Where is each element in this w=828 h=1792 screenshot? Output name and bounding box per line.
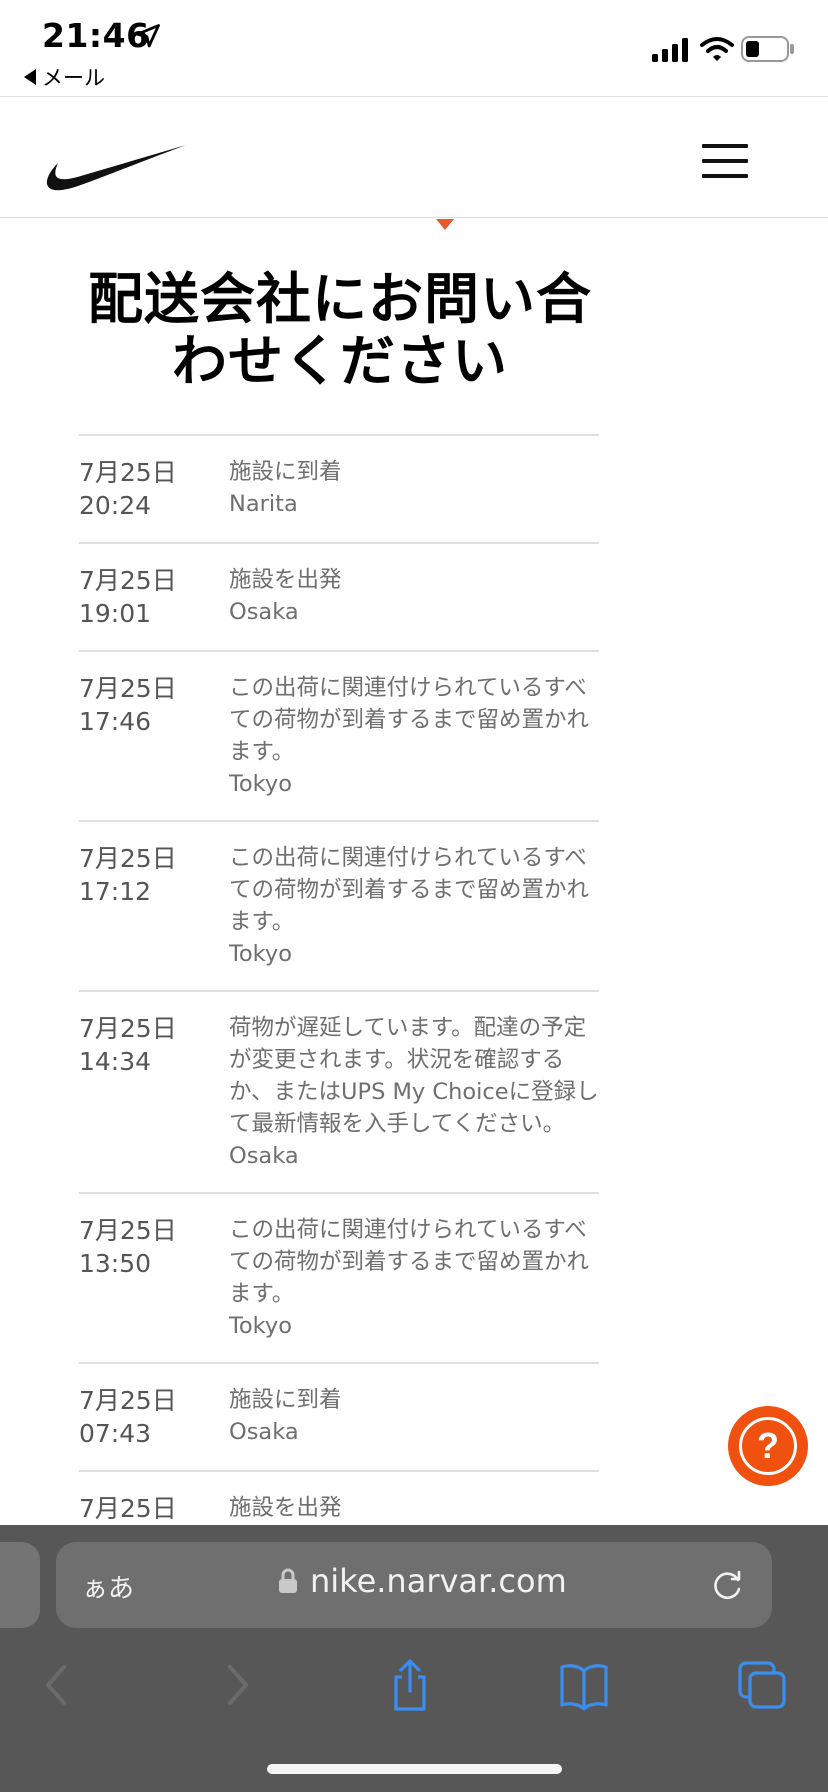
tracking-event-row: 7月25日 17:12 この出荷に関連付けられているすべての荷物が到着するまで留め置…	[79, 822, 599, 992]
menu-bar-line	[702, 174, 748, 178]
menu-bar-line	[702, 144, 748, 148]
home-indicator[interactable]	[267, 1764, 562, 1774]
text-size-button[interactable]: ぁあ	[82, 1568, 134, 1605]
event-description: 荷物が遅延しています。配達の予定が変更されます。状況を確認するか、またはUPS …	[229, 1015, 599, 1137]
page-title: 配送会社にお問い合わせください	[87, 267, 592, 393]
event-time: 17:12	[79, 877, 152, 906]
lock-icon	[279, 1568, 297, 1593]
event-location: Tokyo	[229, 771, 292, 797]
back-triangle-icon	[24, 69, 36, 85]
event-location: Osaka	[229, 1419, 299, 1445]
event-location: Osaka	[229, 599, 299, 625]
event-date: 7月25日	[79, 844, 177, 873]
event-datetime: 7月25日 17:12	[79, 842, 229, 970]
event-time: 20:24	[79, 491, 152, 520]
cellular-signal-icon	[652, 38, 688, 62]
event-detail: 施設に到着 Osaka	[229, 1384, 599, 1450]
event-datetime: 7月25日 17:46	[79, 672, 229, 800]
event-date: 7月25日	[79, 566, 177, 595]
safari-toolbar	[0, 1655, 828, 1735]
reload-icon[interactable]	[710, 1567, 746, 1603]
event-detail: この出荷に関連付けられているすべての荷物が到着するまで留め置かれます。 Tokyo	[229, 842, 599, 970]
status-bar: 21:46 メール	[0, 0, 828, 96]
event-datetime: 7月25日	[79, 1492, 229, 1525]
event-location: Narita	[229, 491, 298, 517]
tracking-event-row: 7月25日 14:34 荷物が遅延しています。配達の予定が変更されます。状況を確認す…	[79, 992, 599, 1194]
question-mark-icon: ?	[739, 1417, 797, 1475]
bookmarks-icon[interactable]	[554, 1655, 614, 1715]
hamburger-menu-button[interactable]	[702, 144, 748, 178]
wifi-icon	[700, 37, 734, 61]
event-datetime: 7月25日 19:01	[79, 564, 229, 630]
event-location: Osaka	[229, 1143, 299, 1169]
menu-bar-line	[702, 159, 748, 163]
event-date: 7月25日	[79, 1386, 177, 1415]
event-description: この出荷に関連付けられているすべての荷物が到着するまで留め置かれます。	[229, 1217, 590, 1307]
share-icon[interactable]	[380, 1655, 440, 1715]
progress-pointer-icon	[436, 219, 454, 230]
event-datetime: 7月25日 13:50	[79, 1214, 229, 1342]
event-time: 17:46	[79, 707, 152, 736]
event-description: この出荷に関連付けられているすべての荷物が到着するまで留め置かれます。	[229, 675, 590, 765]
safari-bottom-bar: ぁあ nike.narvar.com	[0, 1525, 828, 1792]
event-detail: 施設を出発 Osaka	[229, 564, 599, 630]
event-datetime: 7月25日 07:43	[79, 1384, 229, 1450]
url-display: nike.narvar.com	[278, 1562, 567, 1600]
event-detail: 施設に到着 Narita	[229, 456, 599, 522]
location-arrow-icon	[136, 24, 160, 48]
event-date: 7月25日	[79, 1014, 177, 1043]
event-date: 7月25日	[79, 1494, 177, 1523]
help-button[interactable]: ?	[728, 1406, 808, 1486]
tracking-event-row: 7月25日 20:24 施設に到着 Narita	[79, 436, 599, 544]
event-location: Tokyo	[229, 941, 292, 967]
tracking-events-list: 7月25日 20:24 施設に到着 Narita 7月25日 19:01 施設を出発 Osak…	[79, 434, 599, 1547]
tabs-icon[interactable]	[732, 1655, 792, 1715]
event-description: この出荷に関連付けられているすべての荷物が到着するまで留め置かれます。	[229, 845, 590, 935]
event-description: 施設に到着	[229, 1387, 342, 1413]
event-date: 7月25日	[79, 1216, 177, 1245]
event-date: 7月25日	[79, 458, 177, 487]
event-detail: 施設を出発	[229, 1492, 599, 1525]
event-datetime: 7月25日 14:34	[79, 1012, 229, 1172]
event-description: 施設を出発	[229, 567, 342, 593]
tracking-event-row: 7月25日 17:46 この出荷に関連付けられているすべての荷物が到着するまで留め置…	[79, 652, 599, 822]
event-date: 7月25日	[79, 674, 177, 703]
event-time: 07:43	[79, 1419, 152, 1448]
event-time: 13:50	[79, 1249, 152, 1278]
tracking-event-row: 7月25日 19:01 施設を出発 Osaka	[79, 544, 599, 652]
event-description: 施設に到着	[229, 459, 342, 485]
event-time: 14:34	[79, 1047, 152, 1076]
url-text: nike.narvar.com	[310, 1562, 567, 1600]
tracking-event-row: 7月25日 13:50 この出荷に関連付けられているすべての荷物が到着するまで留め置…	[79, 1194, 599, 1364]
back-to-app-link[interactable]: メール	[24, 62, 105, 92]
address-bar[interactable]: ぁあ nike.narvar.com	[56, 1542, 772, 1628]
forward-chevron-icon[interactable]	[206, 1655, 266, 1715]
event-detail: この出荷に関連付けられているすべての荷物が到着するまで留め置かれます。 Tokyo	[229, 1214, 599, 1342]
event-location: Tokyo	[229, 1313, 292, 1339]
event-detail: 荷物が遅延しています。配達の予定が変更されます。状況を確認するか、またはUPS …	[229, 1012, 599, 1172]
event-detail: この出荷に関連付けられているすべての荷物が到着するまで留め置かれます。 Tokyo	[229, 672, 599, 800]
event-datetime: 7月25日 20:24	[79, 456, 229, 522]
site-header	[0, 96, 828, 218]
back-chevron-icon[interactable]	[28, 1655, 88, 1715]
event-description: 施設を出発	[229, 1495, 342, 1521]
tracking-event-row: 7月25日 07:43 施設に到着 Osaka	[79, 1364, 599, 1472]
back-app-label: メール	[42, 66, 105, 90]
event-time: 19:01	[79, 599, 152, 628]
nike-swoosh-logo[interactable]	[46, 144, 186, 196]
battery-icon	[741, 36, 794, 62]
previous-tab-peek[interactable]	[0, 1542, 40, 1628]
